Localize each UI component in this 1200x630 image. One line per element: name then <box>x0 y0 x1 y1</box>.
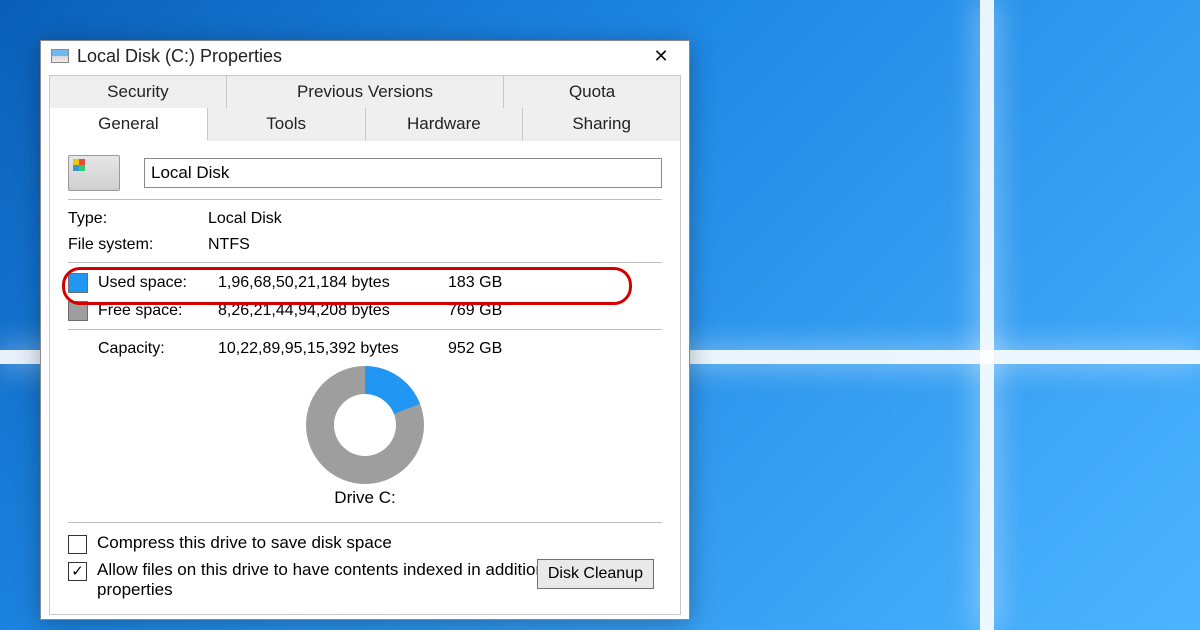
close-button[interactable]: ✕ <box>639 41 683 71</box>
desktop-wallpaper-bar-v <box>980 0 994 630</box>
tab-previous-versions[interactable]: Previous Versions <box>227 75 504 108</box>
tab-general-panel: Type: Local Disk File system: NTFS Used … <box>49 141 681 615</box>
tab-general[interactable]: General <box>49 108 208 141</box>
compress-label: Compress this drive to save disk space <box>97 533 392 553</box>
separator <box>68 199 662 200</box>
capacity-label: Capacity: <box>98 340 218 358</box>
type-label: Type: <box>68 210 208 228</box>
index-checkbox[interactable] <box>68 562 87 581</box>
filesystem-value: NTFS <box>208 236 662 254</box>
tab-quota[interactable]: Quota <box>504 75 681 108</box>
tab-tools[interactable]: Tools <box>208 108 366 141</box>
separator <box>68 262 662 263</box>
disk-large-icon <box>68 155 120 191</box>
tab-sharing[interactable]: Sharing <box>523 108 681 141</box>
type-value: Local Disk <box>208 210 662 228</box>
separator <box>68 329 662 330</box>
free-swatch-icon <box>68 301 88 321</box>
drive-icon <box>51 49 69 63</box>
volume-name-input[interactable] <box>144 158 662 188</box>
usage-donut-chart <box>306 366 424 484</box>
used-label: Used space: <box>98 274 218 292</box>
free-label: Free space: <box>98 302 218 320</box>
capacity-row: Capacity: 10,22,89,95,15,392 bytes 952 G… <box>68 340 662 358</box>
titlebar[interactable]: Local Disk (C:) Properties ✕ <box>41 41 689 71</box>
tab-hardware[interactable]: Hardware <box>366 108 524 141</box>
free-bytes: 8,26,21,44,94,208 bytes <box>218 302 448 320</box>
used-space-row: Used space: 1,96,68,50,21,184 bytes 183 … <box>68 273 662 293</box>
capacity-bytes: 10,22,89,95,15,392 bytes <box>218 340 448 358</box>
properties-dialog: Local Disk (C:) Properties ✕ Security Pr… <box>40 40 690 620</box>
used-gb: 183 GB <box>448 274 528 292</box>
disk-cleanup-button[interactable]: Disk Cleanup <box>537 559 654 589</box>
tab-security[interactable]: Security <box>49 75 227 108</box>
window-title: Local Disk (C:) Properties <box>77 46 639 67</box>
capacity-gb: 952 GB <box>448 340 528 358</box>
compress-checkbox[interactable] <box>68 535 87 554</box>
drive-label: Drive C: <box>68 488 662 508</box>
used-bytes: 1,96,68,50,21,184 bytes <box>218 274 448 292</box>
free-space-row: Free space: 8,26,21,44,94,208 bytes 769 … <box>68 301 662 321</box>
free-gb: 769 GB <box>448 302 528 320</box>
separator <box>68 522 662 523</box>
filesystem-label: File system: <box>68 236 208 254</box>
used-swatch-icon <box>68 273 88 293</box>
tabstrip: Security Previous Versions Quota General… <box>41 71 689 141</box>
